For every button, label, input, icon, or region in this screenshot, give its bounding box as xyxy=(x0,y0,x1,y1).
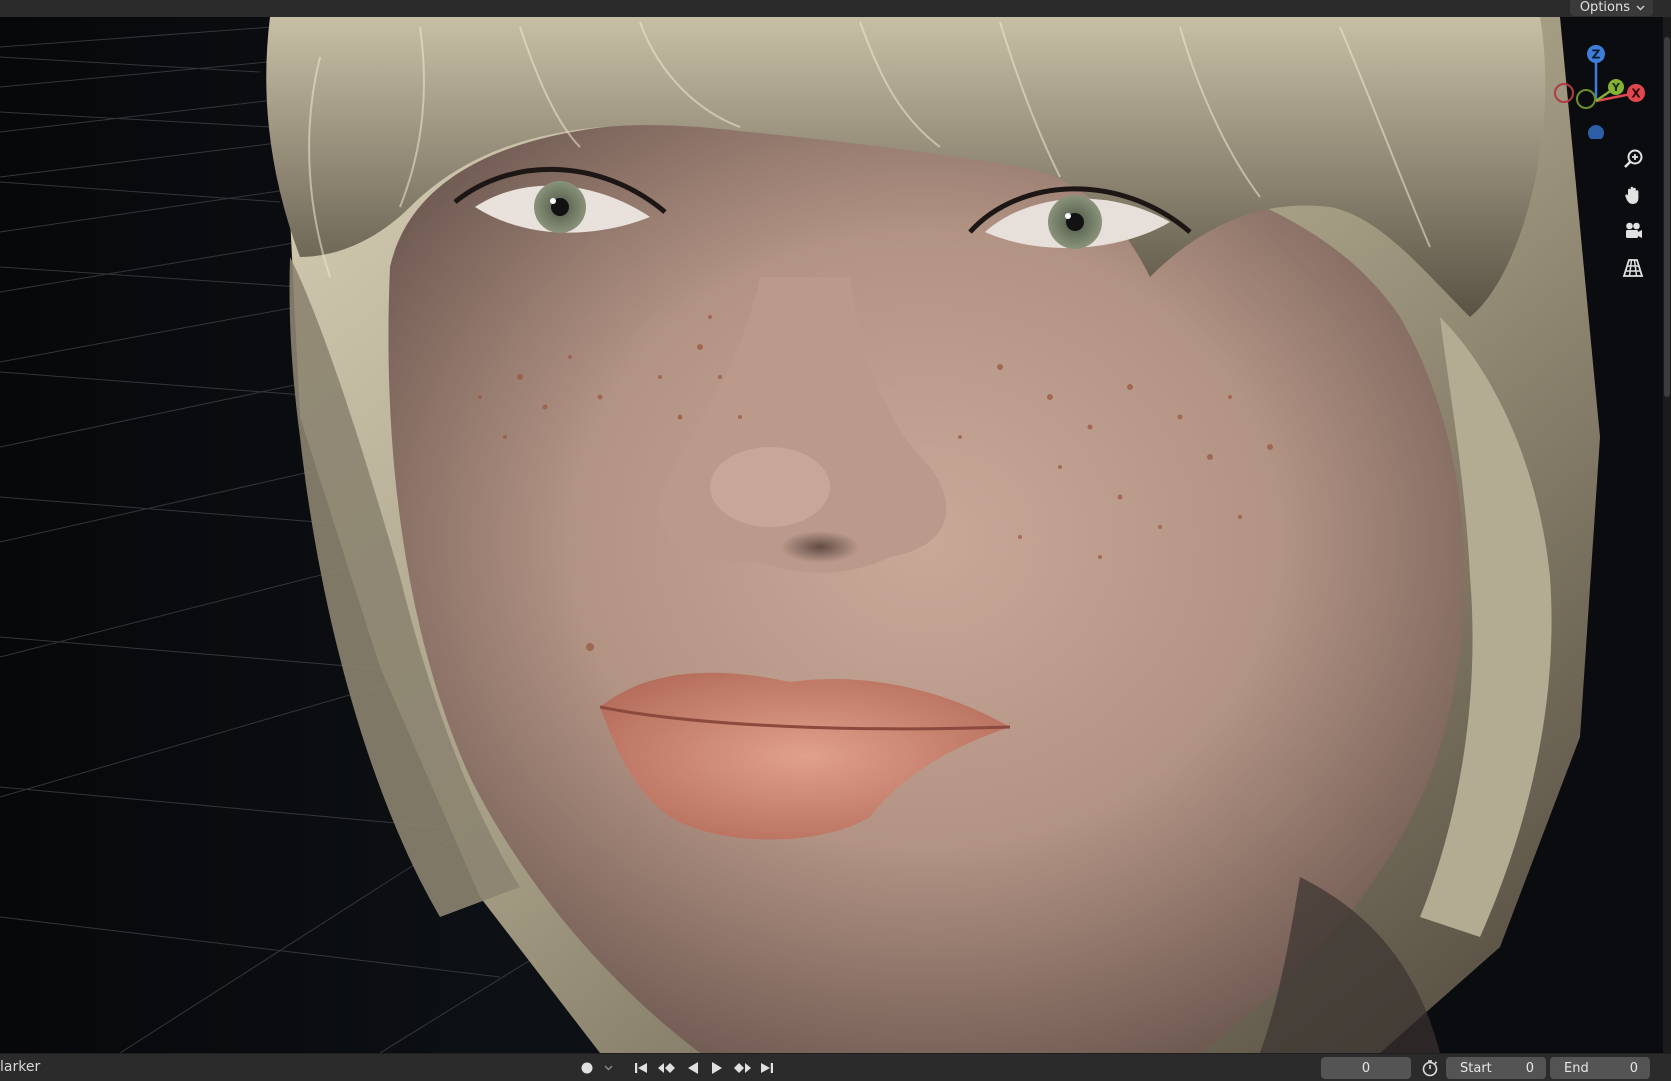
stopwatch-icon xyxy=(1422,1060,1438,1077)
end-frame-field[interactable]: End 0 xyxy=(1550,1057,1650,1079)
start-frame-field[interactable]: Start 0 xyxy=(1446,1057,1546,1079)
jump-end-icon xyxy=(761,1063,773,1073)
keying-options-dropdown[interactable] xyxy=(600,1058,616,1078)
current-frame-field[interactable]: 0 xyxy=(1321,1057,1411,1079)
marker-menu[interactable]: larker xyxy=(0,1059,40,1075)
viewport-header: Options xyxy=(0,0,1671,18)
preview-range-toggle[interactable] xyxy=(1418,1058,1442,1078)
gizmo-neg-z xyxy=(1588,125,1604,139)
timeline-header: larker 0 Start 0 End 0 xyxy=(0,1053,1671,1081)
hand-pan-icon xyxy=(1625,186,1639,204)
jump-to-prev-keyframe-button[interactable] xyxy=(655,1058,679,1078)
zoom-tool-button[interactable] xyxy=(1618,144,1648,174)
camera-view-button[interactable] xyxy=(1618,216,1648,246)
auto-keying-button[interactable] xyxy=(574,1058,600,1078)
start-label: Start xyxy=(1460,1060,1492,1076)
rendered-character xyxy=(266,17,1600,1053)
play-reverse-button[interactable] xyxy=(682,1058,704,1078)
gizmo-z-label: Z xyxy=(1592,48,1601,62)
viewport-scrollbar[interactable] xyxy=(1663,17,1671,1053)
play-button[interactable] xyxy=(706,1058,728,1078)
end-label: End xyxy=(1564,1060,1589,1076)
chevron-down-icon xyxy=(604,1065,612,1071)
jump-to-end-button[interactable] xyxy=(756,1058,778,1078)
options-label: Options xyxy=(1579,0,1630,15)
start-value: 0 xyxy=(1525,1060,1534,1076)
options-dropdown[interactable]: Options xyxy=(1569,0,1653,16)
3d-viewport[interactable]: Z Y X xyxy=(0,17,1663,1053)
scrollbar-thumb[interactable] xyxy=(1664,37,1670,397)
record-icon xyxy=(581,1062,593,1074)
pan-tool-button[interactable] xyxy=(1618,180,1648,210)
end-value: 0 xyxy=(1629,1060,1638,1076)
zoom-icon xyxy=(1624,149,1643,168)
gizmo-x-label: X xyxy=(1631,87,1641,101)
jump-start-icon xyxy=(635,1063,647,1073)
current-frame-value: 0 xyxy=(1361,1060,1371,1076)
jump-to-next-keyframe-button[interactable] xyxy=(730,1058,754,1078)
play-reverse-icon xyxy=(688,1062,698,1074)
navigation-gizmo[interactable]: Z Y X xyxy=(1548,29,1658,139)
play-icon xyxy=(712,1062,722,1074)
gizmo-neg-x xyxy=(1554,83,1574,103)
gizmo-neg-y xyxy=(1576,89,1596,109)
camera-icon xyxy=(1626,222,1642,238)
prev-keyframe-icon xyxy=(658,1063,675,1073)
perspective-grid-icon xyxy=(1622,259,1644,277)
gizmo-y-label: Y xyxy=(1611,81,1621,94)
perspective-toggle-button[interactable] xyxy=(1618,253,1648,283)
chevron-down-icon xyxy=(1636,5,1645,11)
jump-to-start-button[interactable] xyxy=(630,1058,652,1078)
next-keyframe-icon xyxy=(734,1063,751,1073)
